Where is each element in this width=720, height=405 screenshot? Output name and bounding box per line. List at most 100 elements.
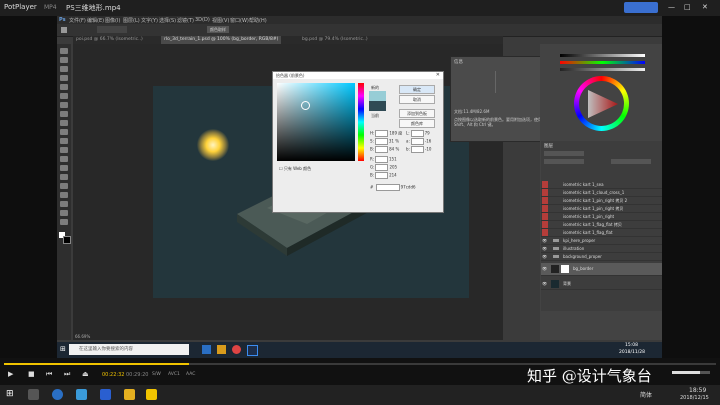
menu-window[interactable]: 窗口(W) — [230, 17, 249, 24]
cloud-badge[interactable] — [624, 2, 658, 13]
layer-row[interactable]: isometric kart 1_cloud_cross_1 — [541, 189, 662, 197]
healing-tool-icon[interactable] — [60, 102, 68, 108]
explorer-icon[interactable] — [217, 345, 226, 354]
lasso-tool-icon[interactable] — [60, 66, 68, 72]
app-icon[interactable] — [76, 389, 87, 400]
color-slider-top[interactable] — [560, 54, 645, 57]
field-h[interactable]: H: 189 度 — [370, 130, 402, 137]
visibility-eye-icon[interactable]: 👁 — [542, 245, 548, 252]
layer-group-row[interactable]: 👁 background_proper — [541, 253, 662, 261]
badge-aac[interactable]: AAC — [186, 372, 195, 377]
field-b[interactable]: B: 84 % — [370, 146, 399, 153]
menu-edit[interactable]: 编辑(E) — [87, 17, 104, 24]
next-icon[interactable]: ⏭ — [64, 370, 70, 379]
dodge-tool-icon[interactable] — [60, 165, 68, 171]
eraser-tool-icon[interactable] — [60, 138, 68, 144]
visibility-eye-icon[interactable] — [542, 205, 548, 212]
path-select-tool-icon[interactable] — [60, 192, 68, 198]
layer-row[interactable]: isometric kart 1_flag_flat — [541, 229, 662, 237]
badge-sw[interactable]: S/W — [152, 372, 161, 377]
cancel-button[interactable]: 取消 — [399, 95, 435, 104]
eyedropper-tool-icon[interactable] — [60, 93, 68, 99]
photoshop-taskbar-icon[interactable] — [247, 345, 258, 356]
brush-tool-icon[interactable] — [60, 111, 68, 117]
badge-avc[interactable]: AVC1 — [168, 372, 180, 377]
menu-3d[interactable]: 3D(D) — [195, 17, 210, 23]
opacity-field[interactable] — [611, 159, 651, 164]
windows-start-icon[interactable]: ⊞ — [60, 345, 66, 353]
field-s[interactable]: S: 31 % — [370, 138, 399, 145]
blur-tool-icon[interactable] — [60, 156, 68, 162]
quick-select-tool-icon[interactable] — [60, 75, 68, 81]
layer-row[interactable]: isometric kart 1_pin_right — [541, 213, 662, 221]
visibility-eye-icon[interactable] — [542, 197, 548, 204]
previous-icon[interactable]: ⏮ — [46, 370, 52, 379]
ie-icon[interactable] — [52, 389, 63, 400]
shape-tool-icon[interactable] — [60, 201, 68, 207]
stamp-tool-icon[interactable] — [60, 120, 68, 126]
menu-type[interactable]: 文字(Y) — [141, 17, 158, 24]
baidu-icon[interactable] — [100, 389, 111, 400]
saturation-brightness-field[interactable] — [277, 83, 355, 161]
tab-bg[interactable]: bg.psd @ 79.4% (Isometric..) — [299, 36, 371, 44]
maximize-button[interactable]: □ — [684, 3, 691, 11]
chrome-icon[interactable] — [232, 345, 241, 354]
field-l[interactable]: L: 79 — [406, 130, 430, 137]
menu-view[interactable]: 视图(V) — [212, 17, 229, 24]
taskbar-search-input[interactable]: 在这里输入你要搜索的内容 — [69, 344, 189, 355]
zoom-tool-icon[interactable] — [60, 219, 68, 225]
layer-group-row[interactable]: 👁 illustration — [541, 245, 662, 253]
layer-row-selected[interactable]: 👁 bg_border — [541, 263, 662, 276]
layer-group-row[interactable]: 👁 kpi_here_proper — [541, 237, 662, 245]
minimize-button[interactable]: — — [668, 3, 675, 11]
visibility-eye-icon[interactable] — [542, 213, 548, 220]
field-g[interactable]: G: 205 — [370, 164, 397, 171]
visibility-eye-icon[interactable]: 👁 — [542, 237, 548, 244]
blend-mode-select[interactable] — [544, 159, 584, 164]
field-lab-b[interactable]: b: -10 — [406, 146, 431, 153]
tab-poi[interactable]: poi.psd @ 66.7% (Isometric..) — [73, 36, 146, 44]
marquee-tool-icon[interactable] — [60, 57, 68, 63]
host-start-icon[interactable]: ⊞ — [6, 389, 14, 399]
eyedropper-icon[interactable] — [61, 27, 67, 33]
layer-filter-select[interactable] — [544, 151, 584, 156]
task-view-icon[interactable] — [28, 389, 39, 400]
layer-row[interactable]: isometric kart 1_flag_flat 拷贝 — [541, 221, 662, 229]
move-tool-icon[interactable] — [60, 48, 68, 54]
hue-slider[interactable] — [358, 83, 364, 161]
stop-icon[interactable]: ■ — [28, 370, 35, 378]
crop-tool-icon[interactable] — [60, 84, 68, 90]
visibility-eye-icon[interactable] — [542, 221, 548, 228]
type-tool-icon[interactable] — [60, 183, 68, 189]
web-colors-only-checkbox[interactable]: ☐ 只有 Web 颜色 — [279, 166, 311, 172]
history-brush-tool-icon[interactable] — [60, 129, 68, 135]
tab-terrain[interactable]: rlo_3d_terrain_1.psd @ 100% (bg_border, … — [161, 36, 282, 44]
visibility-eye-icon[interactable] — [542, 181, 548, 188]
add-to-swatches-button[interactable]: 添加到色板 — [399, 109, 435, 118]
color-triangle[interactable] — [584, 86, 620, 122]
hand-tool-icon[interactable] — [60, 210, 68, 216]
close-icon[interactable]: ✕ — [436, 72, 440, 78]
sample-size-select[interactable] — [97, 26, 127, 33]
visibility-eye-icon[interactable]: 👁 — [542, 279, 548, 286]
play-icon[interactable]: ▶ — [8, 370, 13, 378]
field-blue[interactable]: B: 214 — [370, 172, 397, 179]
color-slider-bottom[interactable] — [560, 68, 645, 71]
menu-filter[interactable]: 滤镜(T) — [177, 17, 194, 24]
color-cursor-icon[interactable] — [301, 101, 310, 110]
sample-ring-label[interactable]: 颜色取样 — [207, 26, 229, 33]
layer-row[interactable]: isometric kart 1_sea — [541, 181, 662, 189]
ime-indicator[interactable]: 简体 — [640, 390, 652, 399]
menu-select[interactable]: 选择(S) — [159, 17, 176, 24]
close-button[interactable]: ✕ — [702, 3, 708, 11]
menu-layer[interactable]: 图层(L) — [123, 17, 140, 24]
menu-file[interactable]: 文件(F) — [69, 17, 86, 24]
layer-row[interactable]: 👁 背景 — [541, 279, 662, 290]
current-color-swatch[interactable] — [369, 101, 386, 111]
color-libraries-button[interactable]: 颜色库 — [399, 119, 435, 128]
gradient-tool-icon[interactable] — [60, 147, 68, 153]
visibility-eye-icon[interactable] — [542, 189, 548, 196]
potplayer-icon[interactable] — [146, 389, 157, 400]
background-color-swatch[interactable] — [63, 236, 71, 244]
visibility-eye-icon[interactable]: 👁 — [542, 253, 548, 260]
